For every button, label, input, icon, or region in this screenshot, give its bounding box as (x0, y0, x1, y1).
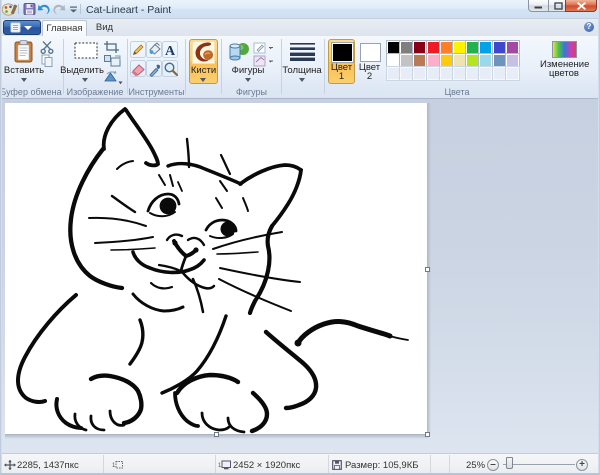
svg-text:A: A (165, 44, 176, 59)
svg-text:1: 1 (112, 463, 116, 469)
svg-text:1: 1 (218, 463, 222, 469)
